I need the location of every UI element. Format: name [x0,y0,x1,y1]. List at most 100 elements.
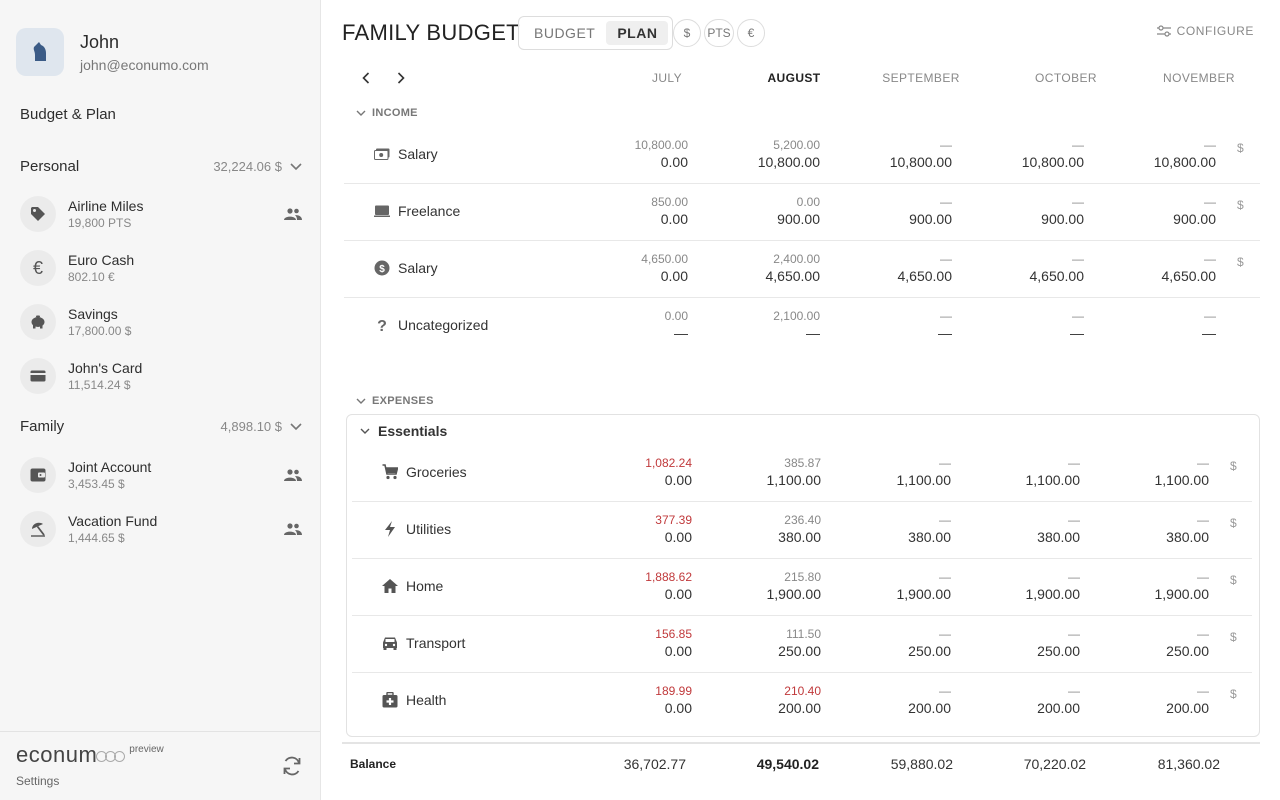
medical-kit-icon [382,692,398,708]
month-cell[interactable]: — 200.00 [851,684,951,718]
month-cell[interactable]: — 1,900.00 [980,570,1081,604]
month-header: SEPTEMBER [882,71,960,85]
month-cell[interactable]: 236.40 380.00 [721,513,821,547]
month-cell[interactable]: 0.00 — [588,309,688,343]
spent-amount: — [939,570,951,584]
configure-button[interactable]: CONFIGURE [1156,24,1254,38]
settings-link[interactable]: Settings [16,774,59,788]
month-cell[interactable]: 2,100.00 — [720,309,820,343]
sync-button[interactable] [278,752,306,780]
category-name: Health [406,692,447,708]
month-cell[interactable]: — 10,800.00 [1116,138,1216,172]
month-cell[interactable]: — — [1116,309,1216,343]
folder-personal[interactable]: Personal 32,224.06 $ [20,158,302,175]
econumo-logo[interactable]: econum preview [16,742,164,768]
account-airline-miles[interactable]: Airline Miles 19,800 PTS [20,192,304,236]
category-row-health[interactable]: Health 189.99 0.00 210.40 200.00 — 200.00 — 200.… [352,673,1252,730]
month-cell[interactable]: — 250.00 [980,627,1080,661]
user-profile[interactable]: John john@econumo.com [16,28,209,76]
row-currency[interactable]: $ [1230,516,1237,530]
month-cell[interactable]: 4,650.00 0.00 [588,252,688,286]
income-section-toggle[interactable]: INCOME [356,107,418,119]
spent-amount: 2,100.00 [773,309,820,323]
row-currency[interactable]: $ [1237,141,1244,155]
month-cell[interactable]: — 10,800.00 [852,138,952,172]
month-cell[interactable]: — — [984,309,1084,343]
account-name: Joint Account [68,459,152,475]
category-row-uncategorized[interactable]: ? Uncategorized 0.00—2,100.00— — — — — — — [344,298,1260,355]
preview-badge: preview [129,744,164,755]
category-row-home[interactable]: Home 1,888.62 0.00 215.80 1,900.00—1,900.00—… [352,559,1252,616]
chevron-down-icon[interactable] [290,422,302,431]
currency-pts-button[interactable]: PTS [704,19,734,47]
month-cell[interactable]: — 1,900.00 [1109,570,1210,604]
month-cell[interactable]: 377.39 0.00 [592,513,692,547]
chevron-down-icon[interactable] [290,162,302,171]
month-cell[interactable]: — 1,900.00 [851,570,952,604]
month-cell[interactable]: — 4,650.00 [852,252,953,286]
folder-family[interactable]: Family 4,898.10 $ [20,418,302,435]
month-cell[interactable]: — 1,100.00 [980,456,1081,490]
account-johns-card[interactable]: John's Card 11,514.24 $ [20,354,304,398]
month-cell[interactable]: — 1,100.00 [1109,456,1210,490]
month-cell[interactable]: 850.00 0.00 [588,195,688,229]
account-euro-cash[interactable]: € Euro Cash 802.10 € [20,246,304,290]
month-cell[interactable]: — 380.00 [980,513,1080,547]
account-vacation-fund[interactable]: Vacation Fund 1,444.65 $ [20,507,304,551]
month-cell[interactable]: 0.00 900.00 [720,195,820,229]
month-cell[interactable]: — 380.00 [1109,513,1209,547]
account-joint-account[interactable]: Joint Account 3,453.45 $ [20,453,304,497]
month-cell[interactable]: 215.80 1,900.00 [721,570,822,604]
budget-plan-link[interactable]: Budget & Plan [20,106,116,123]
month-cell[interactable]: — 1,100.00 [851,456,952,490]
account-savings[interactable]: Savings 17,800.00 $ [20,300,304,344]
tag-icon [20,196,56,232]
month-cell[interactable]: — — [852,309,952,343]
expenses-section-toggle[interactable]: EXPENSES [356,395,434,407]
month-cell[interactable]: — 200.00 [1109,684,1209,718]
row-currency[interactable]: $ [1237,255,1244,269]
month-cell[interactable]: — 200.00 [980,684,1080,718]
month-cell[interactable]: 189.99 0.00 [592,684,692,718]
row-currency[interactable]: $ [1237,198,1244,212]
month-cell[interactable]: 10,800.00 0.00 [588,138,688,172]
spent-amount: — [1204,252,1216,266]
essentials-group-toggle[interactable]: Essentials [360,423,447,439]
month-cell[interactable]: 385.87 1,100.00 [721,456,822,490]
prev-month-button[interactable] [357,69,375,87]
tab-plan[interactable]: PLAN [606,21,669,45]
month-cell[interactable]: 5,200.00 10,800.00 [720,138,820,172]
account-name: Euro Cash [68,252,135,268]
category-row-salary[interactable]: Salary 10,800.00 0.00 5,200.00 10,800.00 — 10,… [344,127,1260,184]
month-cell[interactable]: — 4,650.00 [984,252,1085,286]
month-cell[interactable]: 156.85 0.00 [592,627,692,661]
currency-usd-button[interactable]: $ [673,19,701,47]
row-currency[interactable]: $ [1230,687,1237,701]
month-cell[interactable]: — 900.00 [852,195,952,229]
planned-amount: 0.00 [664,643,692,659]
month-cell[interactable]: — 900.00 [1116,195,1216,229]
category-row-freelance[interactable]: Freelance 850.00 0.00 0.00 900.00 — 900.00 — 900… [344,184,1260,241]
month-cell[interactable]: 2,400.00 4,650.00 [720,252,821,286]
month-cell[interactable]: — 250.00 [851,627,951,661]
next-month-button[interactable] [392,69,410,87]
month-cell[interactable]: 111.50 250.00 [721,627,821,661]
row-currency[interactable]: $ [1230,459,1237,473]
category-row-salary[interactable]: $ Salary 4,650.00 0.00 2,400.00 4,650.00 — 4,65… [344,241,1260,298]
category-row-transport[interactable]: Transport 156.85 0.00 111.50 250.00 — 250.00 — 2… [352,616,1252,673]
category-row-utilities[interactable]: Utilities 377.39 0.00 236.40 380.00 — 380.00 — 3… [352,502,1252,559]
month-cell[interactable]: 210.40 200.00 [721,684,821,718]
month-cell[interactable]: 1,888.62 0.00 [592,570,692,604]
tab-budget[interactable]: BUDGET [523,21,606,45]
month-cell[interactable]: — 380.00 [851,513,951,547]
row-currency[interactable]: $ [1230,630,1237,644]
month-cell[interactable]: — 10,800.00 [984,138,1084,172]
category-row-groceries[interactable]: Groceries 1,082.24 0.00 385.87 1,100.00 — 1,10… [352,445,1252,502]
svg-text:$: $ [379,264,385,275]
month-cell[interactable]: — 250.00 [1109,627,1209,661]
month-cell[interactable]: — 4,650.00 [1116,252,1217,286]
row-currency[interactable]: $ [1230,573,1237,587]
month-cell[interactable]: 1,082.24 0.00 [592,456,692,490]
month-cell[interactable]: — 900.00 [984,195,1084,229]
currency-eur-button[interactable]: € [737,19,765,47]
